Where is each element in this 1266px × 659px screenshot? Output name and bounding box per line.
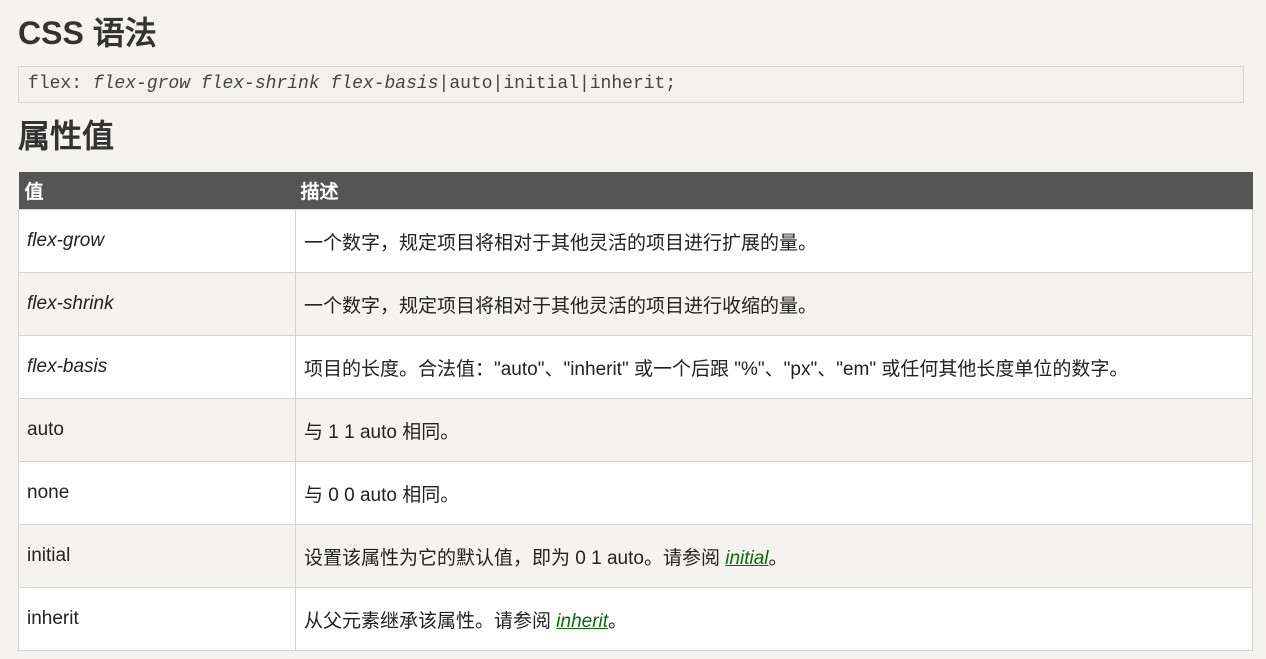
description-cell: 一个数字，规定项目将相对于其他灵活的项目进行收缩的量。 — [295, 272, 1253, 336]
description-cell: 一个数字，规定项目将相对于其他灵活的项目进行扩展的量。 — [295, 209, 1253, 273]
description-text: 设置该属性为它的默认值，即为 0 1 auto。请参阅 — [304, 547, 726, 569]
description-cell: 从父元素继承该属性。请参阅 inherit。 — [295, 587, 1253, 651]
value-cell: flex-grow — [18, 209, 296, 273]
table-row: initial 设置该属性为它的默认值，即为 0 1 auto。请参阅 init… — [18, 524, 1253, 588]
table-row: inherit 从父元素继承该属性。请参阅 inherit。 — [18, 587, 1253, 651]
value-cell: flex-shrink — [18, 272, 296, 336]
value-cell: flex-basis — [18, 335, 296, 399]
description-text-end: 。 — [768, 547, 788, 569]
value-cell: none — [18, 461, 296, 525]
syntax-param-flex-shrink: flex-shrink — [200, 74, 320, 94]
property-values-heading: 属性值 — [18, 118, 115, 154]
inherit-link[interactable]: inherit — [556, 611, 608, 632]
syntax-code-block: flex: flex-grow flex-shrink flex-basis|a… — [18, 66, 1244, 103]
header-description: 描述 — [295, 172, 1253, 210]
syntax-prefix: flex: — [28, 74, 93, 94]
table-header-row: 值 描述 — [18, 172, 1253, 210]
syntax-heading: CSS 语法 — [18, 15, 157, 51]
syntax-param-flex-grow: flex-grow — [92, 74, 191, 94]
table-row: none 与 0 0 auto 相同。 — [18, 461, 1253, 525]
description-text: 从父元素继承该属性。请参阅 — [304, 610, 557, 632]
description-cell: 项目的长度。合法值："auto"、"inherit" 或一个后跟 "%"、"px… — [295, 335, 1253, 399]
description-cell: 与 0 0 auto 相同。 — [295, 461, 1253, 525]
syntax-suffix: |auto|initial|inherit; — [438, 74, 677, 94]
table-row: flex-grow 一个数字，规定项目将相对于其他灵活的项目进行扩展的量。 — [18, 209, 1253, 273]
description-cell: 与 1 1 auto 相同。 — [295, 398, 1253, 462]
initial-link[interactable]: initial — [725, 548, 768, 569]
value-cell: auto — [18, 398, 296, 462]
value-cell: inherit — [18, 587, 296, 651]
description-cell: 设置该属性为它的默认值，即为 0 1 auto。请参阅 initial。 — [295, 524, 1253, 588]
syntax-param-flex-basis: flex-basis — [330, 74, 439, 94]
table-row: flex-shrink 一个数字，规定项目将相对于其他灵活的项目进行收缩的量。 — [18, 272, 1253, 336]
table-row: flex-basis 项目的长度。合法值："auto"、"inherit" 或一… — [18, 335, 1253, 399]
value-cell: initial — [18, 524, 296, 588]
header-value: 值 — [18, 172, 296, 210]
table-row: auto 与 1 1 auto 相同。 — [18, 398, 1253, 462]
property-values-table: 值 描述 flex-grow 一个数字，规定项目将相对于其他灵活的项目进行扩展的… — [18, 172, 1253, 651]
description-text-end: 。 — [608, 610, 628, 632]
